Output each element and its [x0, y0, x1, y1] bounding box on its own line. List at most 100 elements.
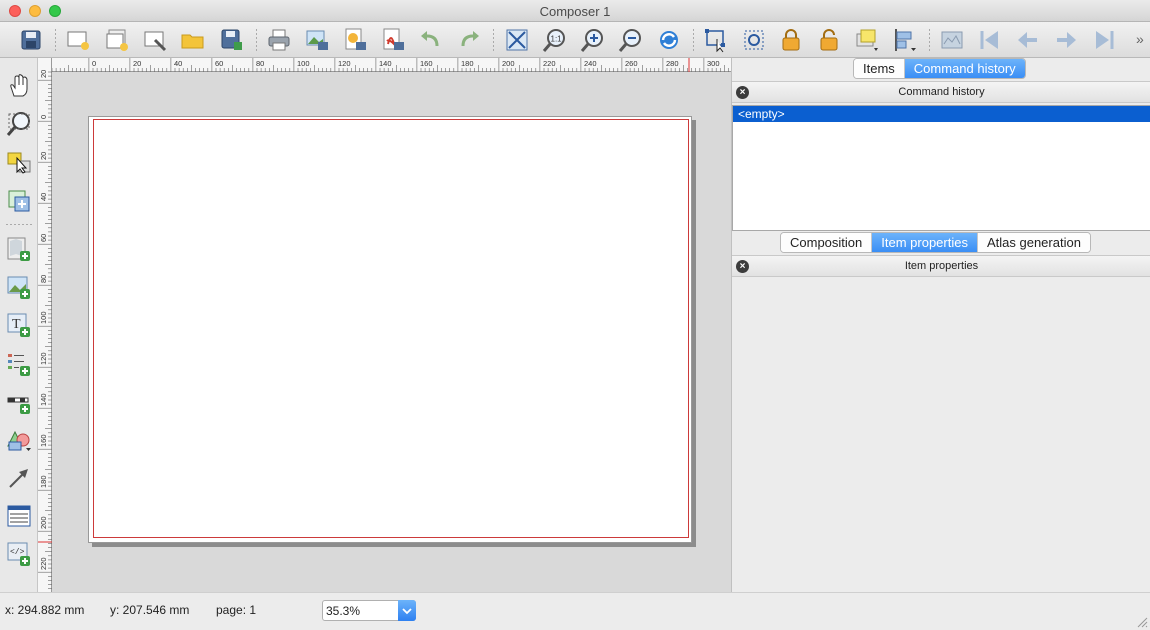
ruler-label: 60	[215, 59, 223, 68]
tab-composition[interactable]: Composition	[781, 233, 873, 252]
print-icon[interactable]	[265, 26, 293, 54]
zoom-actual-icon[interactable]: 1:1	[541, 26, 569, 54]
zoom-full-icon[interactable]	[503, 26, 531, 54]
zoom-out-icon[interactable]	[617, 26, 645, 54]
ruler-label: 20	[133, 59, 141, 68]
save-template-icon[interactable]	[218, 26, 246, 54]
zoom-tool-icon[interactable]	[5, 110, 33, 138]
zoom-combobox[interactable]: 35.3%	[322, 600, 416, 621]
ruler-label: 0	[92, 59, 96, 68]
raise-icon[interactable]	[853, 26, 881, 54]
export-pdf-icon[interactable]	[379, 26, 407, 54]
export-svg-icon[interactable]	[341, 26, 369, 54]
ruler-label: 0	[39, 115, 48, 119]
command-history-header: × Command history	[732, 81, 1150, 103]
resize-grip-icon[interactable]	[1136, 616, 1148, 628]
zoom-in-icon[interactable]	[579, 26, 607, 54]
ruler-label: 280	[666, 59, 679, 68]
item-properties-title: Item properties	[904, 260, 979, 272]
horizontal-ruler: 0 20 40 60 80 100 120 140 160 180 200 220 240 260 280 3…	[38, 58, 731, 72]
cursor-y-readout: y: 207.546 mm	[110, 603, 190, 617]
ruler-label: 220	[543, 59, 556, 68]
atlas-preview-icon[interactable]	[938, 26, 966, 54]
ruler-label: 240	[584, 59, 597, 68]
add-label-icon[interactable]: T	[5, 311, 33, 339]
add-map-icon[interactable]	[5, 235, 33, 263]
ruler-label: 120	[338, 59, 351, 68]
ruler-label: 120	[39, 352, 48, 365]
ruler-label: 60	[39, 234, 48, 242]
ruler-label: 180	[39, 475, 48, 488]
lock-icon[interactable]	[777, 26, 805, 54]
svg-text:</>: </>	[10, 548, 25, 557]
select-move-item-icon[interactable]	[5, 148, 33, 176]
duplicate-composer-icon[interactable]	[103, 26, 131, 54]
unlock-icon[interactable]	[815, 26, 843, 54]
tab-item-properties[interactable]: Item properties	[872, 233, 978, 252]
add-arrow-icon[interactable]	[5, 464, 33, 492]
ruler-label: 40	[39, 193, 48, 201]
ruler-label: 160	[420, 59, 433, 68]
add-legend-icon[interactable]	[5, 350, 33, 378]
move-content-icon[interactable]	[740, 26, 768, 54]
command-history-title: Command history	[898, 86, 985, 98]
page-margin-frame	[93, 119, 689, 538]
redo-icon[interactable]	[455, 26, 483, 54]
window-title: Composer 1	[539, 4, 611, 19]
move-item-content-icon[interactable]	[5, 187, 33, 215]
last-feature-icon[interactable]	[1090, 26, 1118, 54]
export-image-icon[interactable]	[303, 26, 331, 54]
add-html-frame-icon[interactable]: </>	[5, 540, 33, 568]
ruler-label: 180	[461, 59, 474, 68]
ruler-label: 40	[174, 59, 182, 68]
save-icon[interactable]	[17, 26, 45, 54]
undo-icon[interactable]	[417, 26, 445, 54]
toolbar-overflow-button[interactable]: »	[1136, 31, 1144, 47]
ruler-label: 20	[39, 70, 48, 78]
select-icon[interactable]	[702, 26, 730, 54]
add-attribute-table-icon[interactable]	[5, 502, 33, 530]
composer-window: Composer 1 1:1 » T </> 0 20 40 60 80 100…	[0, 0, 1150, 630]
ruler-label: 100	[39, 311, 48, 324]
add-shape-icon[interactable]	[5, 426, 33, 454]
add-scalebar-icon[interactable]	[5, 388, 33, 416]
ruler-label: 300	[707, 59, 720, 68]
chevron-down-icon[interactable]	[398, 600, 416, 621]
composer-manager-icon[interactable]	[141, 26, 169, 54]
title-bar: Composer 1	[0, 0, 1150, 22]
top-dock-tabs: Items Command history	[853, 58, 1026, 79]
next-feature-icon[interactable]	[1052, 26, 1080, 54]
add-image-icon[interactable]	[5, 273, 33, 301]
main-toolbar: 1:1 »	[0, 22, 1150, 58]
tab-command-history[interactable]: Command history	[904, 59, 1025, 78]
tab-items[interactable]: Items	[854, 59, 905, 78]
status-bar: x: 294.882 mm y: 207.546 mm page: 1 35.3…	[0, 592, 1150, 630]
ruler-label: 200	[502, 59, 515, 68]
tab-atlas-generation[interactable]: Atlas generation	[977, 233, 1090, 252]
new-composer-icon[interactable]	[64, 26, 92, 54]
ruler-label: 220	[39, 557, 48, 570]
load-template-icon[interactable]	[179, 26, 207, 54]
vertical-ruler: 20 0 20 40 60 80 100 120 140 160 180 200 220	[38, 58, 52, 592]
ruler-label: 80	[39, 275, 48, 283]
list-item[interactable]: <empty>	[733, 106, 1150, 122]
ruler-label: 260	[625, 59, 638, 68]
item-toolbox: T </>	[0, 58, 38, 592]
svg-text:T: T	[12, 317, 21, 332]
bottom-dock-tabs: Composition Item properties Atlas genera…	[780, 232, 1091, 253]
pan-icon[interactable]	[5, 72, 33, 100]
page-readout: page: 1	[216, 603, 257, 617]
ruler-label: 20	[39, 152, 48, 160]
composition-page[interactable]	[88, 116, 692, 543]
ruler-label: 80	[256, 59, 264, 68]
previous-feature-icon[interactable]	[1014, 26, 1042, 54]
composer-canvas[interactable]: 0 20 40 60 80 100 120 140 160 180 200 220 240 260 280 3…	[38, 58, 731, 592]
first-feature-icon[interactable]	[976, 26, 1004, 54]
ruler-label: 200	[39, 516, 48, 529]
ruler-label: 160	[39, 434, 48, 447]
refresh-icon[interactable]	[655, 26, 683, 54]
zoom-value: 35.3%	[326, 604, 361, 618]
right-dock: Items Command history × Command history …	[731, 58, 1150, 592]
command-history-list[interactable]: <empty>	[732, 105, 1150, 231]
align-icon[interactable]	[891, 26, 919, 54]
